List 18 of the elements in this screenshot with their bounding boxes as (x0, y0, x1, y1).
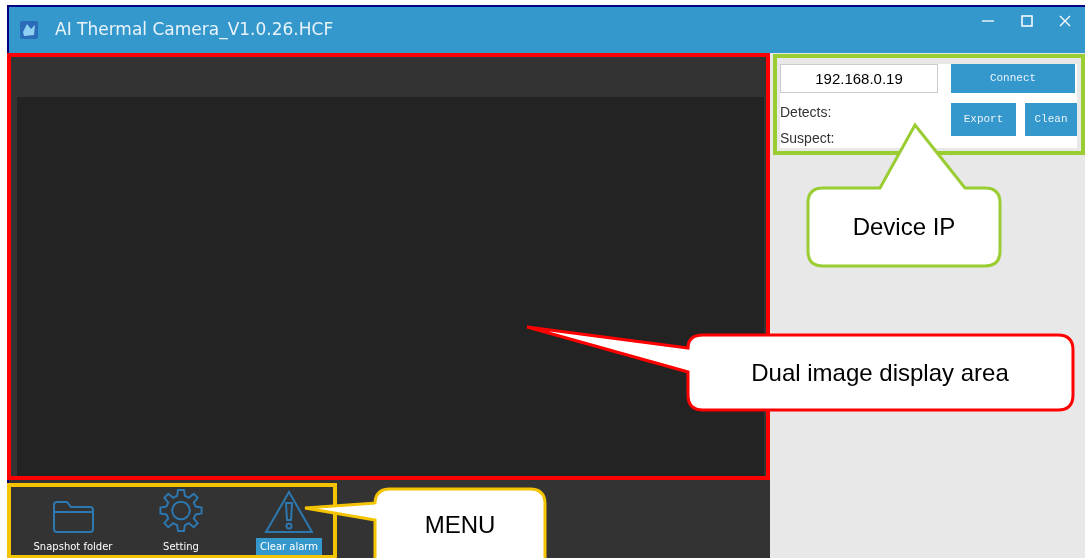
callout-label: MENU (424, 510, 496, 540)
gear-icon (157, 487, 205, 534)
menu-item[interactable]: Snapshot folder (19, 486, 127, 556)
folder-icon (51, 500, 95, 534)
suspect-label: Suspect: (780, 129, 836, 148)
clean-button[interactable]: Clean (1025, 103, 1077, 136)
menu-item[interactable]: Setting (127, 486, 235, 556)
connect-button[interactable]: Connect (951, 64, 1075, 93)
app-icon (19, 20, 39, 40)
export-button[interactable]: Export (951, 103, 1016, 136)
maximize-icon[interactable] (1021, 15, 1033, 27)
ip-field[interactable]: 192.168.0.19 (780, 64, 938, 93)
callout-label: Device IP (852, 212, 956, 242)
window-title: AI Thermal Camera_V1.0.26.HCF (55, 18, 334, 42)
warning-icon (264, 490, 314, 534)
detects-label: Detects: (780, 103, 833, 122)
callout-label: Dual image display area (751, 358, 1009, 388)
close-icon[interactable] (1059, 15, 1071, 27)
